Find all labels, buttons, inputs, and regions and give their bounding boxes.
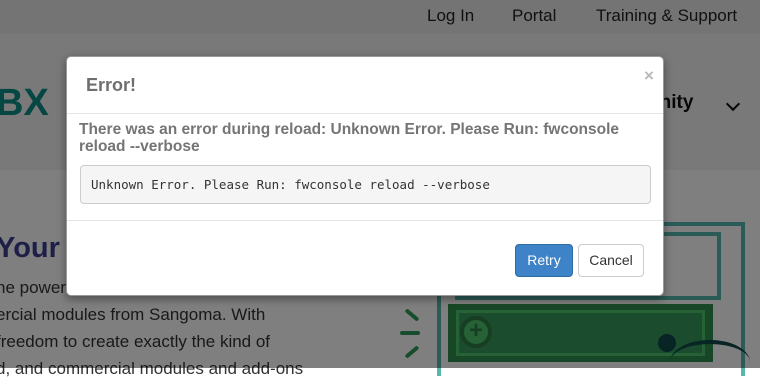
dialog-title: Error! <box>86 75 137 95</box>
close-icon[interactable]: × <box>644 66 654 86</box>
error-dialog: Error! × There was an error during reloa… <box>66 56 664 296</box>
error-code-text: Unknown Error. Please Run: fwconsole rel… <box>91 177 490 192</box>
dialog-footer: Retry Cancel <box>67 220 663 297</box>
error-code-box: Unknown Error. Please Run: fwconsole rel… <box>80 165 651 204</box>
dialog-header: Error! × <box>67 57 663 114</box>
retry-button[interactable]: Retry <box>515 244 573 277</box>
cancel-button[interactable]: Cancel <box>578 244 644 277</box>
error-message-heading: There was an error during reload: Unknow… <box>79 121 620 155</box>
